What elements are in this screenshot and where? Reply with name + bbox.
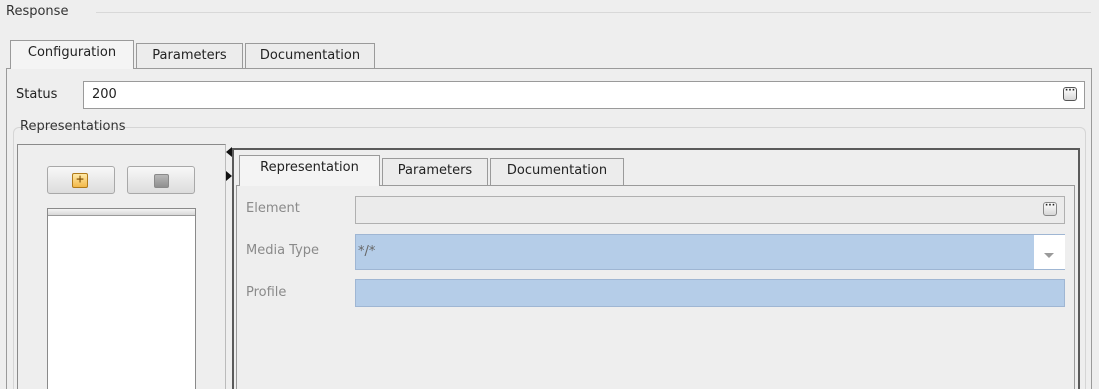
media-type-value: */*: [358, 244, 376, 259]
media-type-dropdown-button[interactable]: [1034, 235, 1065, 269]
tab-parameters[interactable]: Parameters: [136, 43, 243, 69]
status-input[interactable]: 200: [83, 81, 1085, 109]
element-label: Element: [246, 201, 300, 216]
add-representation-button[interactable]: +: [47, 166, 115, 194]
element-browse-button[interactable]: ···: [1043, 202, 1057, 216]
list-header: [48, 209, 195, 216]
minus-icon: [154, 174, 169, 188]
tab-configuration[interactable]: Configuration: [10, 40, 134, 69]
chevron-down-icon: [1044, 253, 1054, 258]
profile-field[interactable]: [355, 279, 1065, 307]
ellipsis-icon: ···: [1044, 201, 1056, 211]
media-type-label: Media Type: [246, 243, 320, 258]
status-browse-button[interactable]: ···: [1063, 87, 1077, 101]
ellipsis-icon: ···: [1064, 86, 1076, 96]
response-editor: Response Configuration Parameters Docume…: [0, 0, 1099, 389]
element-field[interactable]: [355, 196, 1065, 224]
status-value: 200: [92, 87, 117, 102]
status-label: Status: [16, 87, 58, 102]
section-title: Response: [6, 4, 69, 19]
tab-representation[interactable]: Representation: [239, 155, 380, 186]
tab-documentation[interactable]: Documentation: [245, 43, 375, 69]
profile-label: Profile: [246, 285, 287, 300]
tab-representation-parameters[interactable]: Parameters: [382, 158, 488, 186]
representations-list[interactable]: [47, 208, 196, 389]
section-divider: [96, 12, 1091, 13]
plus-icon: +: [72, 173, 88, 188]
tab-representation-documentation[interactable]: Documentation: [490, 158, 624, 186]
media-type-select[interactable]: */*: [355, 234, 1065, 270]
remove-representation-button[interactable]: [127, 166, 195, 194]
representations-title: Representations: [20, 119, 126, 134]
